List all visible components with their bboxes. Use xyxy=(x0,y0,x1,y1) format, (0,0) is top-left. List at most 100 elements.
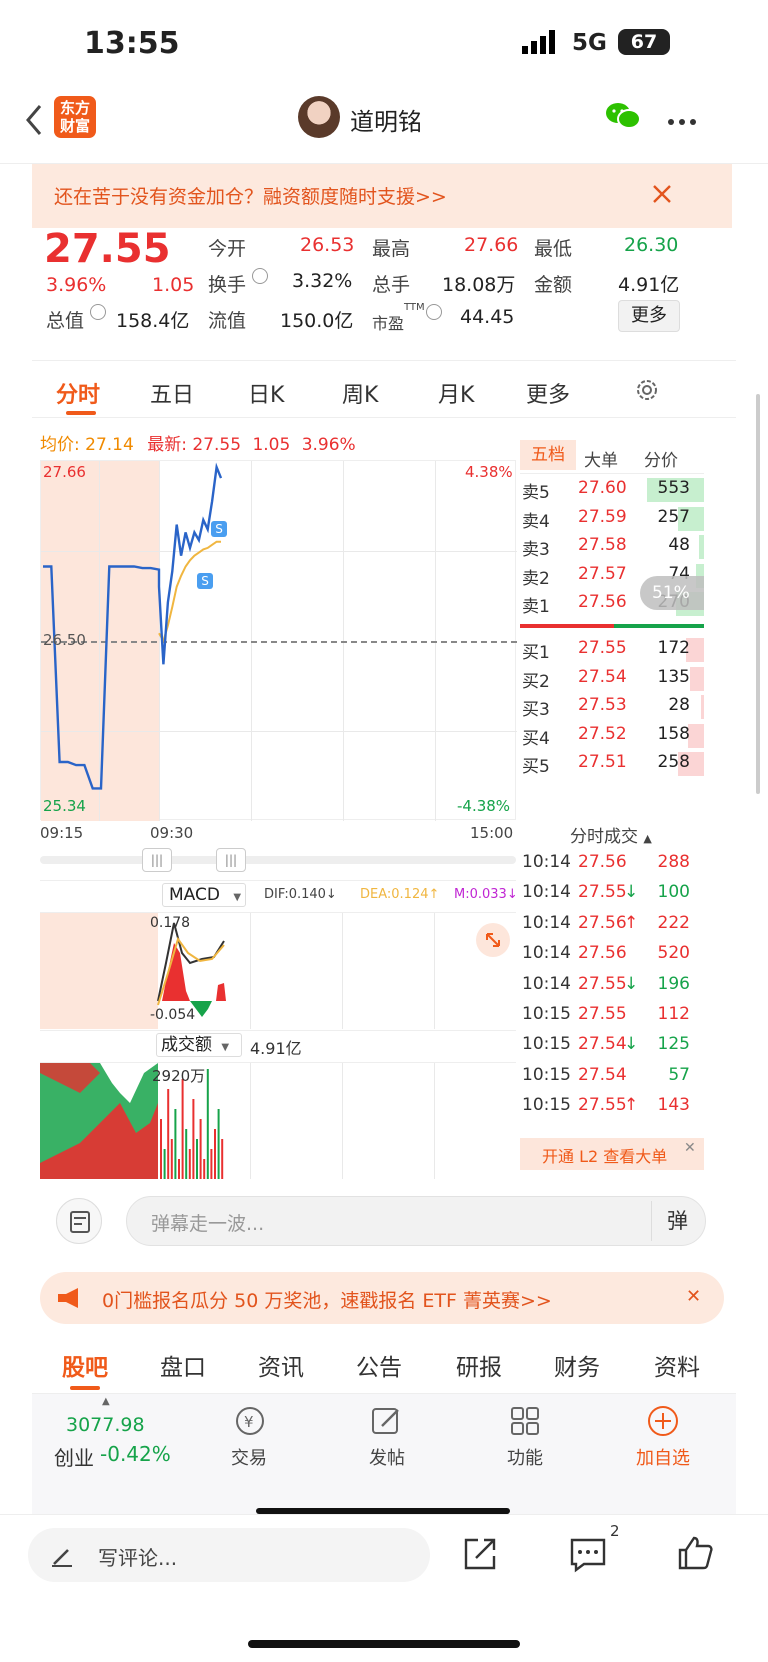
y-top-label: 27.66 xyxy=(43,463,86,481)
add-watchlist-icon[interactable] xyxy=(646,1404,680,1438)
tab-guba[interactable]: 股吧 xyxy=(62,1348,108,1382)
danmaku-input[interactable]: 弹幕走一波... 弹 xyxy=(126,1196,706,1246)
tab-more[interactable]: 更多 xyxy=(526,377,570,409)
trade-time: 10:14 xyxy=(522,882,571,903)
sell-order-row[interactable]: 卖3 27.58 48 xyxy=(520,531,704,561)
like-icon[interactable] xyxy=(676,1534,714,1572)
tab-daily[interactable]: 日K xyxy=(248,377,284,409)
wechat-share-icon[interactable] xyxy=(604,100,642,132)
trade-label[interactable]: 交易 xyxy=(204,1444,294,1470)
sell-signal-marker[interactable]: S xyxy=(197,573,213,589)
function-icon[interactable] xyxy=(508,1404,542,1438)
username[interactable]: 道明铭 xyxy=(350,102,422,137)
level-label: 买2 xyxy=(522,671,550,692)
turnover-label: 换手 xyxy=(208,274,247,296)
slider-handle-left[interactable]: ||| xyxy=(142,848,172,872)
close-icon[interactable]: ✕ xyxy=(686,1286,701,1307)
volume-bar xyxy=(217,1109,220,1179)
tab-big-orders[interactable]: 大单 xyxy=(584,446,618,471)
quote-panel: 27.55 3.96% 1.05 今开 26.53 最高 27.66 最低 26… xyxy=(0,226,768,358)
ratio-badge[interactable]: 51% xyxy=(640,576,704,610)
tab-research[interactable]: 研报 xyxy=(456,1348,502,1382)
index-name[interactable]: 创业 xyxy=(54,1442,94,1471)
open-value: 26.53 xyxy=(300,234,355,256)
tab-pankou[interactable]: 盘口 xyxy=(160,1348,206,1382)
tab-profile[interactable]: 资料 xyxy=(654,1348,700,1382)
volume-selector[interactable]: 成交额 ▼ xyxy=(156,1033,242,1057)
share-icon[interactable] xyxy=(462,1536,498,1572)
banner-text[interactable]: 还在苦于没有资金加仓？融资额度随时支援>> xyxy=(54,182,447,209)
etf-promo-banner[interactable]: 0门槛报名瓜分 50 万奖池，速戳报名 ETF 菁英赛>> ✕ xyxy=(40,1272,724,1324)
post-label[interactable]: 发帖 xyxy=(342,1444,432,1470)
trade-icon[interactable]: ¥ xyxy=(232,1404,268,1438)
trade-row: 10:14 27.56 288 xyxy=(520,848,704,878)
more-icon[interactable] xyxy=(666,112,698,125)
app-logo[interactable]: 东方 财富 xyxy=(54,96,96,138)
tab-price-dist[interactable]: 分价 xyxy=(644,446,678,471)
low-value: 26.30 xyxy=(624,234,679,256)
promo-text[interactable]: 0门槛报名瓜分 50 万奖池，速戳报名 ETF 菁英赛>> xyxy=(102,1286,552,1313)
trade-volume: 222 xyxy=(657,912,690,933)
buy-order-row[interactable]: 买2 27.54 135 xyxy=(520,663,704,693)
index-pct[interactable]: -0.42% xyxy=(100,1442,171,1466)
level-price: 27.60 xyxy=(578,478,627,498)
amount-value: 4.91亿 xyxy=(618,274,680,296)
tab-finance[interactable]: 财务 xyxy=(554,1348,600,1382)
logo-line2: 财富 xyxy=(59,117,90,135)
slider-handle-right[interactable]: ||| xyxy=(216,848,246,872)
sell-order-row[interactable]: 卖4 27.59 257 xyxy=(520,503,704,533)
close-icon[interactable]: ✕ xyxy=(684,1140,696,1156)
buy-order-row[interactable]: 买4 27.52 158 xyxy=(520,720,704,750)
tab-news[interactable]: 资讯 xyxy=(258,1348,304,1382)
volume-bar xyxy=(199,1119,202,1179)
gear-icon[interactable] xyxy=(634,377,660,403)
l2-promo[interactable]: 开通 L2 查看大单 ✕ xyxy=(520,1138,704,1170)
macd-selector[interactable]: MACD ▼ xyxy=(162,883,246,907)
more-button[interactable]: 更多 xyxy=(618,300,680,332)
close-icon[interactable] xyxy=(652,184,672,204)
volume-ratio-bar xyxy=(688,723,704,748)
trades-panel[interactable]: 分时成交 ▲ 10:14 27.56 288 10:14 27.55 ↓ 100 10:14 2… xyxy=(520,820,704,1170)
sell-signal-marker[interactable]: S xyxy=(211,521,227,537)
turnover-value: 3.32% xyxy=(292,270,353,292)
sell-order-row[interactable]: 卖5 27.60 553 xyxy=(520,474,704,504)
volume-chart[interactable]: 2920万 xyxy=(40,1062,516,1179)
tab-weekly[interactable]: 周K xyxy=(342,377,378,409)
avatar[interactable] xyxy=(298,96,340,138)
post-icon[interactable] xyxy=(370,1404,404,1438)
scrollbar[interactable] xyxy=(756,394,760,794)
intraday-chart[interactable]: 27.66 26.50 25.34 4.38% -4.38% S S xyxy=(40,460,517,821)
volume-label: 总手 xyxy=(372,274,411,296)
danmaku-send-button[interactable]: 弹 xyxy=(651,1201,703,1241)
expand-icon[interactable] xyxy=(476,923,510,957)
volume-bar xyxy=(210,1149,213,1179)
add-watchlist-label[interactable]: 加自选 xyxy=(618,1444,708,1470)
tab-intraday[interactable]: 分时 xyxy=(56,377,100,409)
pct-value: 3.96% xyxy=(301,435,356,455)
trade-direction: ↓ xyxy=(624,882,639,903)
tab-five-level[interactable]: 五档 xyxy=(520,440,576,470)
comment-count-badge: 2 xyxy=(610,1522,620,1540)
comment-input[interactable]: 写评论... xyxy=(28,1528,430,1582)
buy-order-row[interactable]: 买3 27.53 28 xyxy=(520,691,704,721)
tab-announcements[interactable]: 公告 xyxy=(356,1348,402,1382)
comments-icon[interactable] xyxy=(568,1536,608,1574)
macd-chart[interactable]: 0.178 -0.054 xyxy=(40,912,516,1029)
info-icon[interactable] xyxy=(252,268,268,284)
pe-label: 市盈 xyxy=(372,314,405,333)
margin-banner[interactable]: 还在苦于没有资金加仓？融资额度随时支援>> xyxy=(32,164,732,228)
info-icon[interactable] xyxy=(90,304,106,320)
index-value[interactable]: 3077.98 xyxy=(66,1414,145,1436)
danmaku-settings-icon[interactable] xyxy=(56,1198,102,1244)
back-icon[interactable] xyxy=(20,100,50,140)
trade-volume: 57 xyxy=(668,1064,690,1085)
tab-5day[interactable]: 五日 xyxy=(150,377,194,409)
tab-monthly[interactable]: 月K xyxy=(438,377,474,409)
info-icon[interactable] xyxy=(426,304,442,320)
buy-order-row[interactable]: 买1 27.55 172 xyxy=(520,634,704,664)
function-label[interactable]: 功能 xyxy=(480,1444,570,1470)
buy-order-row[interactable]: 买5 27.51 258 xyxy=(520,748,704,778)
trades-title: 分时成交 xyxy=(570,827,638,847)
range-slider[interactable] xyxy=(40,856,516,864)
volume-bar xyxy=(196,1139,198,1179)
